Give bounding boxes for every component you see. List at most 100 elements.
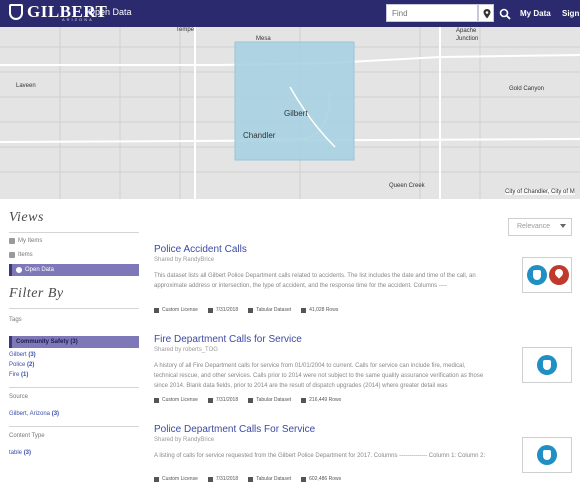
date-text: 7/31/2018 xyxy=(215,397,239,403)
facet-count: (3) xyxy=(28,352,36,358)
facet-label: Gilbert xyxy=(9,352,27,358)
map-label-tempe: Tempe xyxy=(176,27,195,33)
type-text: Tabular Dataset xyxy=(256,307,292,313)
map-label-gilbert: Gilbert xyxy=(284,109,308,118)
type-text: Tabular Dataset xyxy=(256,397,292,403)
views-heading: Views xyxy=(9,210,44,225)
sign-in-link[interactable]: Sign xyxy=(562,9,579,18)
rows-icon xyxy=(301,476,307,482)
list-icon xyxy=(9,252,15,258)
result-description: A listing of calls for service requested… xyxy=(154,453,486,459)
tag-facet-police[interactable]: Police (2) xyxy=(9,362,139,368)
date-text: 7/31/2018 xyxy=(215,307,239,313)
date-meta: 7/31/2018 xyxy=(207,476,239,482)
filter-by-heading: Filter By xyxy=(9,286,64,301)
result-title-link[interactable]: Police Accident Calls xyxy=(154,244,572,255)
rows-meta: 216,449 Rows xyxy=(301,397,341,403)
police-badge-icon xyxy=(537,355,557,375)
result-description: A history of all Fire Department calls f… xyxy=(154,363,484,389)
result-card: Police Accident Calls Shared by RandyBri… xyxy=(154,244,572,291)
globe-icon xyxy=(16,267,22,273)
type-meta: Tabular Dataset xyxy=(248,307,291,313)
facet-label: Police xyxy=(9,362,26,368)
location-button[interactable] xyxy=(478,4,494,22)
map-attribution: City of Chandler, City of M xyxy=(505,189,575,195)
result-meta: Custom License 7/31/2018 Tabular Dataset… xyxy=(154,397,351,403)
date-text: 7/31/2018 xyxy=(215,476,239,482)
sort-select[interactable]: Relevance xyxy=(508,218,572,236)
lock-icon xyxy=(154,397,159,403)
app-name[interactable]: Open Data xyxy=(88,7,132,17)
rows-text: 602,486 Rows xyxy=(309,476,342,482)
rows-icon xyxy=(301,307,307,313)
lock-icon xyxy=(154,476,159,482)
result-thumbnail[interactable] xyxy=(522,257,572,293)
map-pin-icon xyxy=(549,265,569,285)
result-thumbnail[interactable] xyxy=(522,347,572,383)
map-label-laveen: Laveen xyxy=(16,83,36,89)
sort-selected-value: Relevance xyxy=(517,223,551,230)
sidebar-item-label: Items xyxy=(18,252,33,258)
map-pin-icon xyxy=(483,9,491,19)
date-meta: 7/31/2018 xyxy=(207,307,239,313)
result-title-link[interactable]: Fire Department Calls for Service xyxy=(154,334,572,345)
facet-label: Gilbert, Arizona xyxy=(9,411,51,417)
find-input[interactable] xyxy=(386,4,478,22)
result-title-link[interactable]: Police Department Calls For Service xyxy=(154,424,572,435)
divider xyxy=(9,308,139,309)
map-label-apache-junction: Apache Junction xyxy=(456,28,479,42)
source-facet-gilbert-arizona[interactable]: Gilbert, Arizona (3) xyxy=(9,411,139,417)
calendar-icon xyxy=(207,307,213,313)
source-label: Source xyxy=(9,394,29,400)
top-nav-bar: GILBERT ARIZONA Open Data My Data Sign xyxy=(0,0,580,27)
map-view[interactable]: Tempe Mesa Apache Junction Laveen Gold C… xyxy=(0,27,580,199)
search-button[interactable] xyxy=(499,7,511,20)
result-card: Police Department Calls For Service Shar… xyxy=(154,424,572,461)
map-label-queen-creek: Queen Creek xyxy=(389,183,425,189)
result-meta: Custom License 7/31/2018 Tabular Dataset… xyxy=(154,476,351,482)
police-badge-icon xyxy=(537,445,557,465)
content-type-facet-table[interactable]: table (3) xyxy=(9,450,139,456)
my-data-link[interactable]: My Data xyxy=(520,9,551,18)
sidebar-item-label: Open Data xyxy=(25,267,55,273)
table-icon xyxy=(248,397,254,403)
date-meta: 7/31/2018 xyxy=(207,397,239,403)
divider xyxy=(9,232,139,233)
result-shared-by: Shared by RandyBrice xyxy=(154,257,215,263)
brand-subtitle: ARIZONA xyxy=(62,17,94,22)
map-label-gold-canyon: Gold Canyon xyxy=(509,86,545,92)
result-meta: Custom License 7/31/2018 Tabular Dataset… xyxy=(154,307,348,313)
divider xyxy=(9,426,139,427)
result-card: Fire Department Calls for Service Shared… xyxy=(154,334,572,391)
facet-count: (1) xyxy=(21,372,29,378)
sidebar-item-my-items[interactable]: My Items xyxy=(9,238,139,244)
sidebar-item-items[interactable]: Items xyxy=(9,252,139,258)
rows-icon xyxy=(301,397,307,403)
sidebar-item-open-data[interactable]: Open Data xyxy=(9,264,139,276)
rows-meta: 41,028 Rows xyxy=(301,307,338,313)
search-icon xyxy=(499,8,511,20)
table-icon xyxy=(248,307,254,313)
license-text: Custom License xyxy=(162,307,198,313)
map-label-mesa: Mesa xyxy=(256,36,271,42)
sidebar-item-label: My Items xyxy=(18,238,43,244)
divider xyxy=(9,387,139,388)
user-icon xyxy=(9,238,15,244)
calendar-icon xyxy=(207,476,213,482)
result-shared-by: Shared by RandyBrice xyxy=(154,437,215,443)
facet-label: table xyxy=(9,450,23,456)
sidebar: Views My Items Items Open Data Filter By… xyxy=(9,210,139,456)
type-meta: Tabular Dataset xyxy=(248,476,291,482)
facet-count: (3) xyxy=(51,411,60,417)
content-type-label: Content Type xyxy=(9,433,45,439)
facet-label: Community Safety xyxy=(16,339,69,345)
license-text: Custom License xyxy=(162,476,198,482)
result-thumbnail[interactable] xyxy=(522,437,572,473)
tag-facet-gilbert[interactable]: Gilbert (3) xyxy=(9,352,139,358)
map-label-chandler: Chandler xyxy=(243,131,276,140)
tag-facet-community-safety[interactable]: Community Safety (3) xyxy=(9,336,139,348)
facet-count: (2) xyxy=(27,362,35,368)
tag-facet-fire[interactable]: Fire (1) xyxy=(9,372,139,378)
lock-icon xyxy=(154,307,159,313)
police-badge-icon xyxy=(527,265,547,285)
